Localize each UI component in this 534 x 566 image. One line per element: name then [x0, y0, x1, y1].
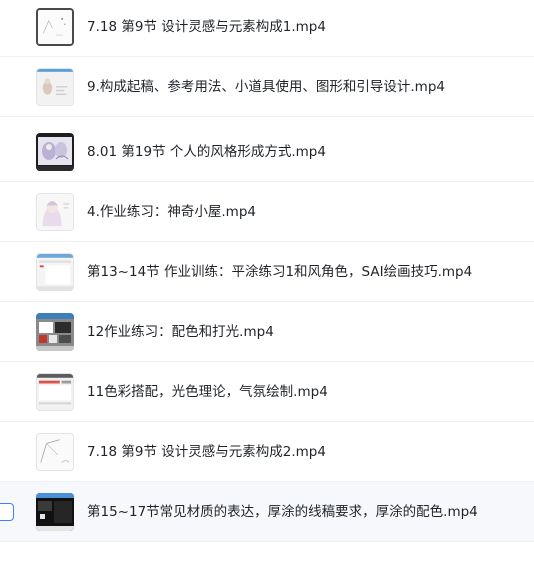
- file-name: 4.作业练习：神奇小屋.mp4: [87, 204, 256, 220]
- video-thumbnail: [36, 193, 74, 231]
- file-row[interactable]: 12作业练习：配色和打光.mp4: [0, 302, 534, 362]
- color-thumbnail-icon: [37, 374, 73, 410]
- file-row[interactable]: 7.18 第9节 设计灵感与元素构成1.mp4: [0, 0, 534, 57]
- video-thumbnail: [36, 313, 74, 351]
- file-name: 7.18 第9节 设计灵感与元素构成1.mp4: [87, 19, 326, 35]
- file-row[interactable]: 11色彩搭配，光色理论，气氛绘制.mp4: [0, 362, 534, 422]
- file-name: 9.构成起稿、参考用法、小道具使用、图形和引导设计.mp4: [87, 79, 445, 95]
- file-row[interactable]: 7.18 第9节 设计灵感与元素构成2.mp4: [0, 422, 534, 482]
- file-row[interactable]: 8.01 第19节 个人的风格形成方式.mp4: [0, 122, 534, 182]
- video-thumbnail: [36, 133, 74, 171]
- file-row[interactable]: 第13~14节 作业训练：平涂练习1和风角色，SAI绘画技巧.mp4: [0, 242, 534, 302]
- file-list: 7.18 第9节 设计灵感与元素构成1.mp4 9.构成起稿、参考用法、小道具使…: [0, 0, 534, 566]
- video-thumbnail: [36, 493, 74, 531]
- file-name: 11色彩搭配，光色理论，气氛绘制.mp4: [87, 384, 328, 400]
- character-thumbnail-icon: [37, 194, 73, 230]
- file-row[interactable]: 4.作业练习：神奇小屋.mp4: [0, 182, 534, 242]
- sketch-thumbnail-icon: [38, 10, 72, 44]
- video-thumbnail: [36, 68, 74, 106]
- file-name: 8.01 第19节 个人的风格形成方式.mp4: [87, 144, 326, 160]
- software-thumbnail-icon: [37, 254, 73, 290]
- file-name: 7.18 第9节 设计灵感与元素构成2.mp4: [87, 444, 326, 460]
- lineart-thumbnail-icon: [37, 434, 73, 470]
- file-row[interactable]: 第15~17节常见材质的表达，厚涂的线稿要求，厚涂的配色.mp4: [0, 482, 534, 542]
- file-name: 第13~14节 作业训练：平涂练习1和风角色，SAI绘画技巧.mp4: [87, 264, 473, 280]
- figure-thumbnail-icon: [37, 69, 73, 105]
- video-thumbnail: [36, 253, 74, 291]
- file-row[interactable]: 9.构成起稿、参考用法、小道具使用、图形和引导设计.mp4: [0, 57, 534, 117]
- palette-thumbnail-icon: [36, 313, 74, 351]
- video-thumbnail: [36, 433, 74, 471]
- illustration-thumbnail-icon: [36, 133, 74, 171]
- file-name: 第15~17节常见材质的表达，厚涂的线稿要求，厚涂的配色.mp4: [87, 504, 478, 520]
- dark-canvas-thumbnail-icon: [36, 493, 74, 531]
- video-thumbnail: [36, 8, 74, 46]
- file-name: 12作业练习：配色和打光.mp4: [87, 324, 274, 340]
- row-checkbox[interactable]: [0, 503, 14, 521]
- video-thumbnail: [36, 373, 74, 411]
